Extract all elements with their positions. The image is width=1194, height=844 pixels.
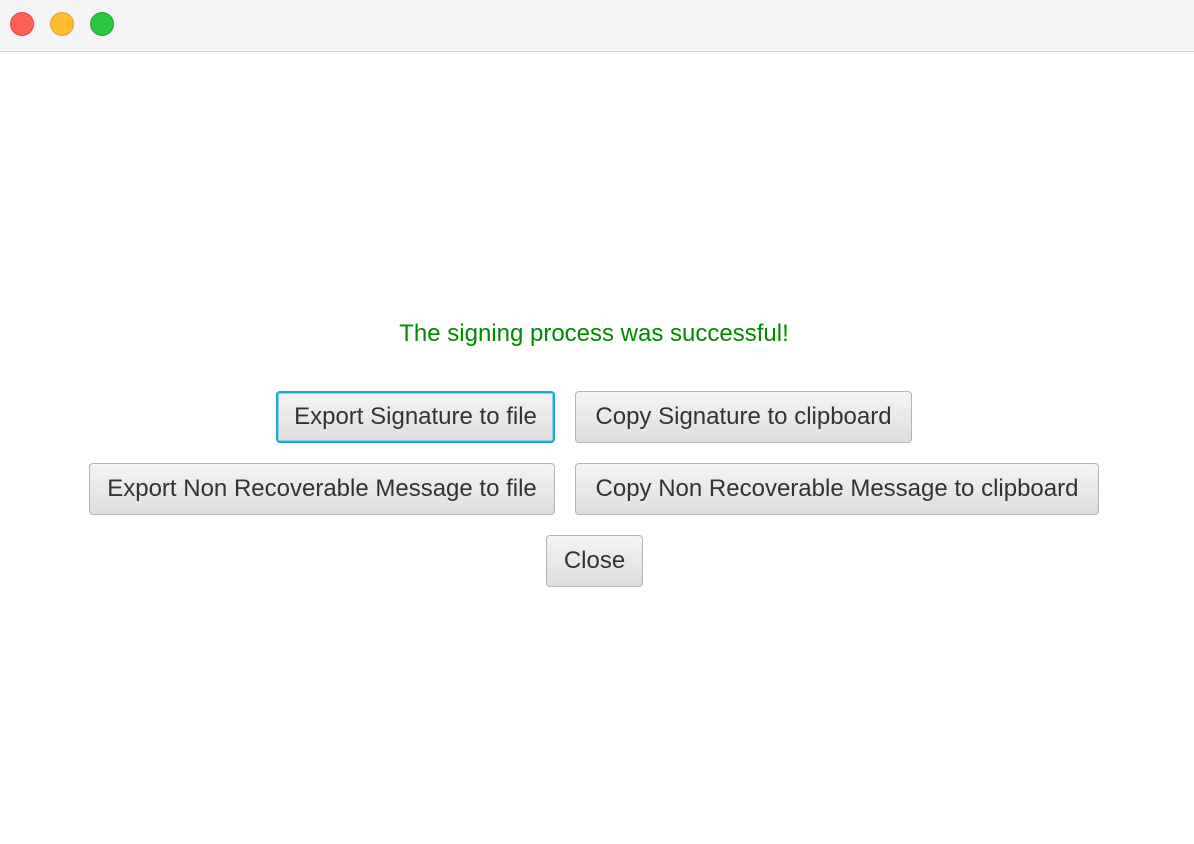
- copy-non-recoverable-message-button[interactable]: Copy Non Recoverable Message to clipboar…: [575, 463, 1099, 515]
- window-maximize-icon[interactable]: [90, 12, 114, 36]
- window-close-icon[interactable]: [10, 12, 34, 36]
- export-non-recoverable-message-button[interactable]: Export Non Recoverable Message to file: [89, 463, 555, 515]
- status-message: The signing process was successful!: [399, 320, 789, 347]
- close-button[interactable]: Close: [546, 535, 643, 587]
- title-bar[interactable]: [0, 0, 1194, 52]
- window-minimize-icon[interactable]: [50, 12, 74, 36]
- copy-signature-button[interactable]: Copy Signature to clipboard: [575, 391, 912, 443]
- dialog-content: The signing process was successful! Expo…: [0, 53, 1194, 844]
- export-signature-button[interactable]: Export Signature to file: [276, 391, 555, 443]
- signing-result-window: The signing process was successful! Expo…: [0, 0, 1194, 844]
